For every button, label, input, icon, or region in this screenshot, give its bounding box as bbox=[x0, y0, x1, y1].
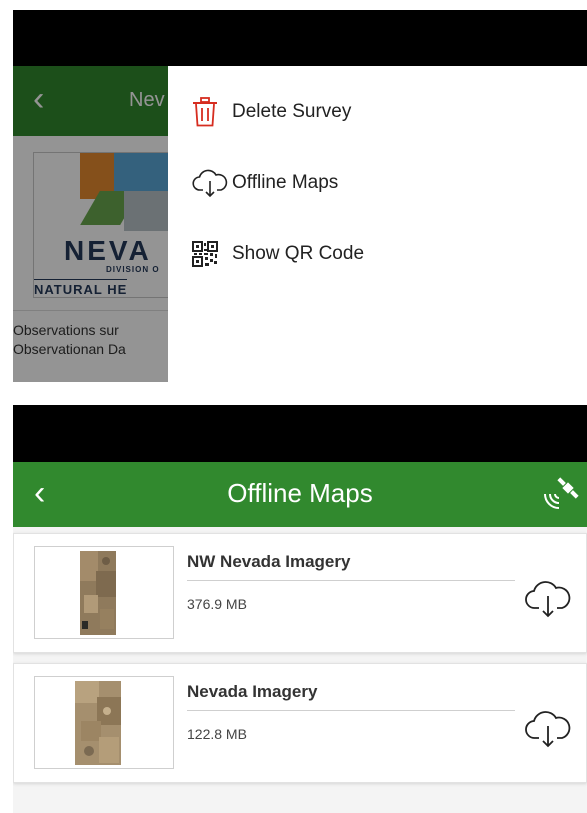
divider bbox=[187, 580, 515, 581]
context-menu: Delete Survey Offline Maps Show QR Code bbox=[168, 66, 587, 382]
map-size: 376.9 MB bbox=[187, 596, 247, 612]
map-name: Nevada Imagery bbox=[187, 682, 318, 701]
map-thumbnail bbox=[34, 546, 174, 639]
menu-item-label: Offline Maps bbox=[232, 172, 339, 193]
trash-icon bbox=[192, 92, 232, 132]
page-title: Offline Maps bbox=[227, 478, 373, 508]
offline-maps-screen: ‹ Offline Maps NW Nevada Imagery 376.9 M… bbox=[13, 405, 587, 813]
menu-item-label: Show QR Code bbox=[232, 243, 365, 264]
survey-menu-screen: ‹ Nev NEVA DIVISION O NATURAL HE Observa… bbox=[13, 10, 587, 382]
app-header: ‹ Offline Maps bbox=[13, 462, 587, 527]
gps-satellite-icon[interactable] bbox=[541, 476, 581, 512]
imagery-preview bbox=[80, 551, 116, 635]
list-item[interactable]: NW Nevada Imagery 376.9 MB bbox=[13, 533, 587, 653]
cloud-download-icon[interactable] bbox=[524, 578, 572, 618]
status-bar bbox=[13, 10, 587, 66]
qr-code-icon bbox=[192, 234, 232, 274]
menu-item-delete-survey[interactable]: Delete Survey bbox=[192, 92, 351, 132]
imagery-preview bbox=[75, 681, 121, 765]
status-bar bbox=[13, 405, 587, 462]
divider bbox=[187, 710, 515, 711]
map-size: 122.8 MB bbox=[187, 726, 247, 742]
menu-item-show-qr-code[interactable]: Show QR Code bbox=[192, 234, 364, 274]
menu-item-offline-maps[interactable]: Offline Maps bbox=[192, 163, 338, 203]
map-name: NW Nevada Imagery bbox=[187, 552, 351, 571]
map-thumbnail bbox=[34, 676, 174, 769]
list-item[interactable]: Nevada Imagery 122.8 MB bbox=[13, 663, 587, 783]
menu-item-label: Delete Survey bbox=[232, 101, 352, 122]
cloud-download-icon bbox=[192, 163, 232, 203]
cloud-download-icon[interactable] bbox=[524, 708, 572, 748]
